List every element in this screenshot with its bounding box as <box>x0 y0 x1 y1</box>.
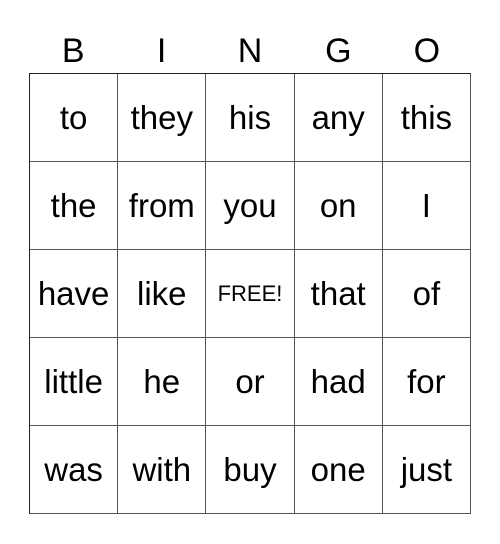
bingo-cell[interactable]: his <box>206 74 295 162</box>
bingo-cell[interactable]: from <box>118 162 207 250</box>
bingo-cell[interactable]: for <box>382 338 471 426</box>
bingo-cell[interactable]: any <box>294 74 383 162</box>
bingo-header: B I N G O <box>29 30 471 72</box>
free-space-cell[interactable]: FREE! <box>206 250 295 338</box>
bingo-cell[interactable]: this <box>382 74 471 162</box>
bingo-cell[interactable]: you <box>206 162 295 250</box>
bingo-cell[interactable]: have <box>30 250 119 338</box>
bingo-cell[interactable]: I <box>382 162 471 250</box>
header-letter-b: B <box>61 32 85 70</box>
bingo-cell[interactable]: that <box>294 250 383 338</box>
header-letter-i: I <box>156 32 167 70</box>
header-letter-g: G <box>325 32 352 70</box>
bingo-cell[interactable]: or <box>206 338 295 426</box>
bingo-cell[interactable]: little <box>30 338 119 426</box>
bingo-cell[interactable]: one <box>294 426 383 514</box>
header-letter-o: O <box>413 32 441 70</box>
header-letter-n: N <box>237 32 263 70</box>
bingo-cell[interactable]: to <box>30 74 119 162</box>
bingo-cell[interactable]: the <box>30 162 119 250</box>
bingo-cell[interactable]: had <box>294 338 383 426</box>
bingo-board: to they his any this the from you on I h… <box>29 73 471 514</box>
bingo-cell[interactable]: of <box>382 250 471 338</box>
bingo-cell[interactable]: on <box>294 162 383 250</box>
bingo-cell[interactable]: like <box>118 250 207 338</box>
bingo-cell[interactable]: just <box>382 426 471 514</box>
bingo-cell[interactable]: buy <box>206 426 295 514</box>
bingo-cell[interactable]: with <box>118 426 207 514</box>
bingo-cell[interactable]: he <box>118 338 207 426</box>
bingo-cell[interactable]: was <box>30 426 119 514</box>
bingo-cell[interactable]: they <box>118 74 207 162</box>
